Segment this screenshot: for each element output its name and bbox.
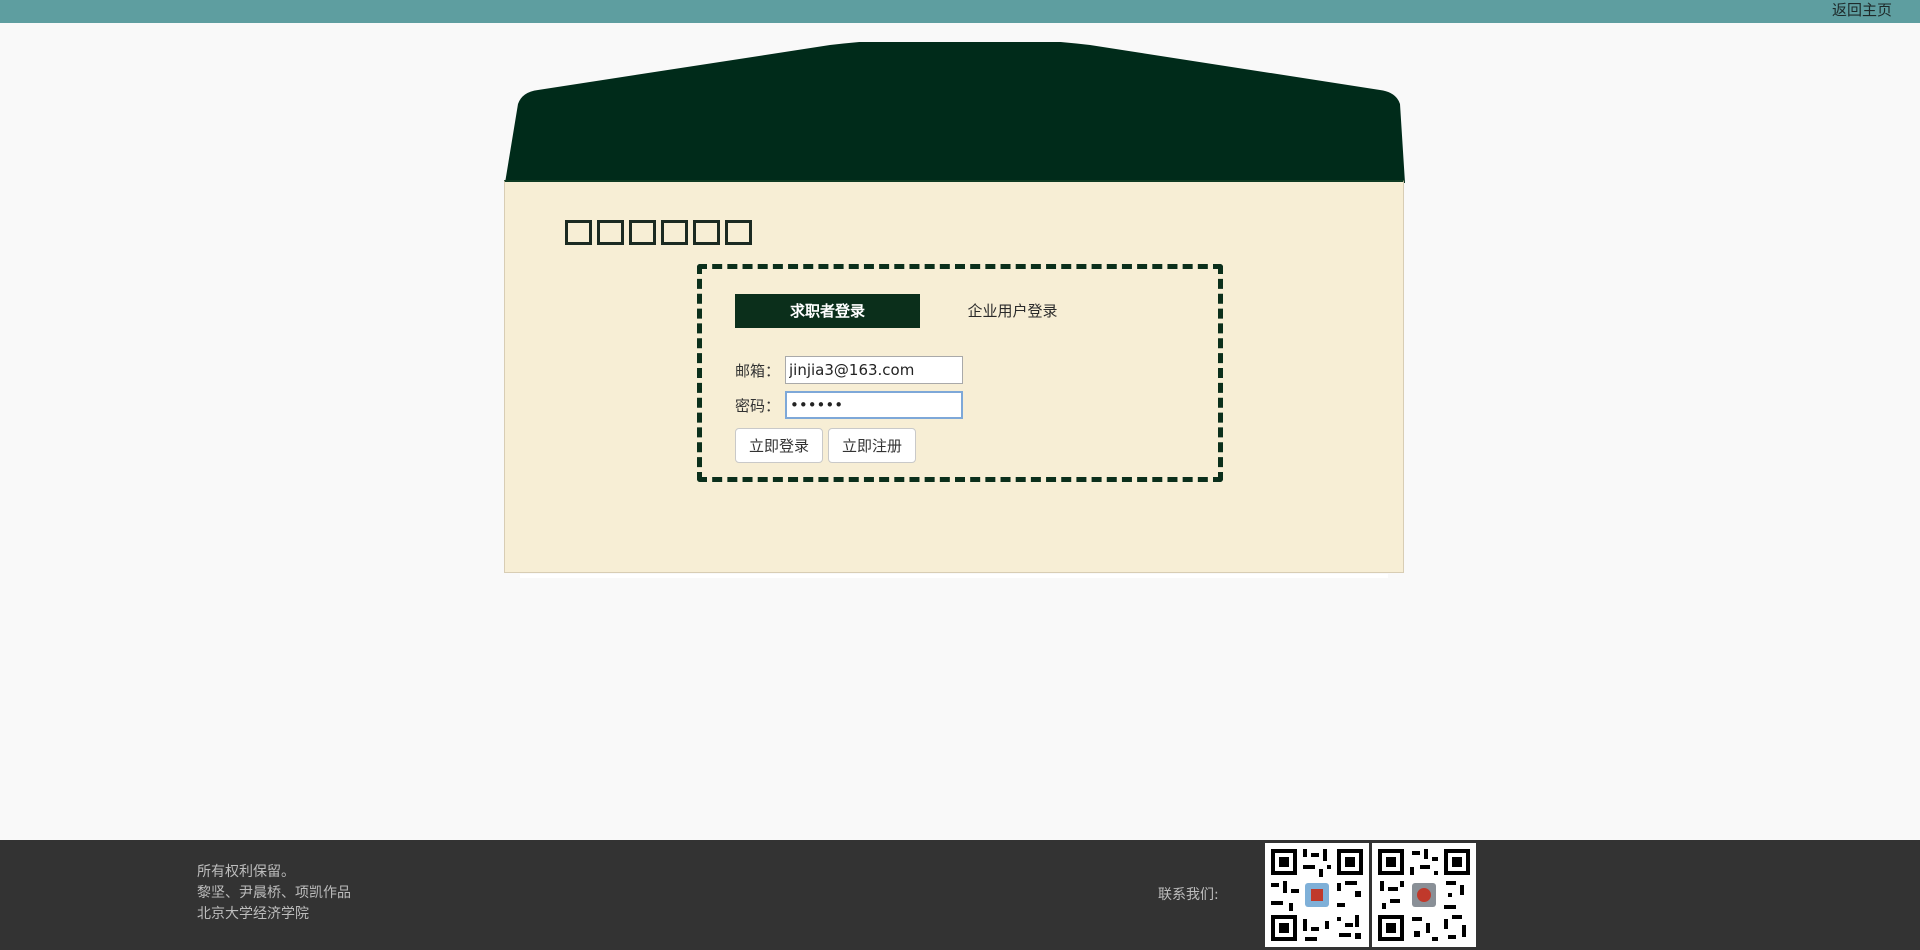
password-field[interactable] — [785, 391, 963, 419]
footer-line-rights: 所有权利保留。 — [197, 864, 295, 880]
password-label: 密码： — [735, 396, 781, 415]
action-buttons: 立即登录 立即注册 — [735, 428, 917, 463]
email-row: 邮箱： — [735, 356, 963, 384]
footer: 所有权利保留。 黎坚、尹晨桥、项凯作品 北京大学经济学院 联系我们: — [0, 840, 1920, 950]
postcode-boxes — [565, 220, 752, 245]
postcode-box — [597, 220, 624, 245]
postcode-box — [661, 220, 688, 245]
tab-company-login[interactable]: 企业用户登录 — [920, 294, 1105, 328]
postcode-box — [629, 220, 656, 245]
envelope-flap — [505, 42, 1405, 183]
home-link[interactable]: 返回主页 — [1832, 1, 1892, 20]
postcode-box — [725, 220, 752, 245]
contact-label: 联系我们: — [1158, 887, 1219, 903]
email-label: 邮箱： — [735, 361, 781, 380]
login-panel: 求职者登录 企业用户登录 邮箱： 密码： 立即登录 立即注册 — [697, 264, 1223, 482]
footer-line-authors: 黎坚、尹晨桥、项凯作品 — [197, 885, 351, 901]
tab-jobseeker-login[interactable]: 求职者登录 — [735, 294, 920, 328]
envelope-shadow — [520, 574, 1388, 578]
envelope: 求职者登录 企业用户登录 邮箱： 密码： 立即登录 立即注册 — [500, 42, 1410, 590]
password-row: 密码： — [735, 391, 963, 419]
envelope-body: 求职者登录 企业用户登录 邮箱： 密码： 立即登录 立即注册 — [504, 180, 1404, 573]
qr-code-1-graphic — [1271, 849, 1363, 941]
postcode-box — [693, 220, 720, 245]
postcode-box — [565, 220, 592, 245]
top-bar: 返回主页 — [0, 0, 1920, 23]
qr-code-icon — [1372, 843, 1476, 947]
footer-line-school: 北京大学经济学院 — [197, 906, 309, 922]
qr-code-2-graphic — [1378, 849, 1470, 941]
login-tabs: 求职者登录 企业用户登录 — [735, 294, 1105, 328]
footer-credits: 所有权利保留。 黎坚、尹晨桥、项凯作品 北京大学经济学院 — [197, 862, 351, 925]
register-button[interactable]: 立即注册 — [828, 428, 917, 463]
email-field[interactable] — [785, 356, 963, 384]
login-button[interactable]: 立即登录 — [735, 428, 824, 463]
qr-code-icon — [1265, 843, 1369, 947]
